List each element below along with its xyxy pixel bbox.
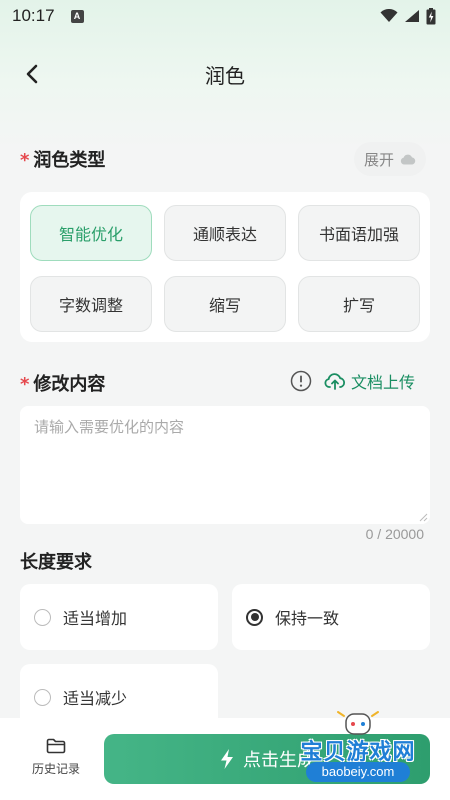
wifi-icon	[380, 9, 398, 22]
content-label-text: 修改内容	[33, 374, 106, 395]
radio-unchecked-icon	[34, 688, 51, 706]
generate-label: 点击生成	[243, 750, 315, 771]
required-mark: *	[20, 374, 30, 395]
content-input[interactable]	[20, 406, 430, 524]
radio-unchecked-icon	[34, 608, 51, 626]
folder-icon	[46, 738, 66, 754]
info-button[interactable]	[290, 370, 312, 392]
required-mark: *	[20, 150, 30, 171]
upload-label: 文档上传	[351, 373, 416, 392]
type-option-label: 书面语加强	[318, 225, 399, 244]
type-option-label: 扩写	[342, 296, 375, 315]
type-option-label: 缩写	[208, 296, 241, 315]
type-option-label: 字数调整	[58, 296, 123, 315]
polish-type-label: * 润色类型	[20, 146, 105, 172]
expand-label: 展开	[363, 150, 394, 169]
upload-document-button[interactable]: 文档上传	[324, 369, 415, 393]
type-option-fluent-expression[interactable]: 通顺表达	[164, 205, 286, 261]
history-button[interactable]: 历史记录	[24, 738, 88, 788]
cloud-icon	[400, 154, 416, 164]
upload-row: 文档上传	[290, 368, 415, 394]
type-option-expand-text[interactable]: 扩写	[298, 276, 420, 332]
info-icon	[290, 370, 312, 392]
notification-icon: A	[70, 9, 84, 23]
signal-icon	[405, 10, 419, 22]
nav-bar: 润色	[0, 50, 450, 98]
polish-type-label-text: 润色类型	[33, 150, 106, 171]
length-option-increase[interactable]: 适当增加	[20, 584, 218, 650]
status-time: 10:17	[12, 6, 55, 25]
lightning-icon	[221, 749, 233, 769]
length-option-label: 适当减少	[63, 689, 128, 708]
length-option-label: 适当增加	[63, 609, 128, 628]
bottom-bar: 历史记录 点击生成	[0, 718, 450, 800]
status-bar: 10:17 A	[0, 0, 450, 32]
status-icons	[380, 7, 436, 25]
radio-checked-icon	[246, 608, 263, 626]
page-title: 润色	[205, 64, 245, 88]
cloud-upload-icon	[324, 373, 345, 390]
type-option-label: 智能优化	[58, 225, 123, 244]
type-option-word-count-adjust[interactable]: 字数调整	[30, 276, 152, 332]
battery-icon	[426, 7, 436, 24]
polish-type-panel: 智能优化 通顺表达 书面语加强 字数调整 缩写 扩写	[20, 192, 430, 342]
length-option-label: 保持一致	[275, 609, 340, 628]
resize-grip-icon[interactable]	[418, 512, 428, 522]
type-option-smart-optimize[interactable]: 智能优化	[30, 205, 152, 261]
generate-button[interactable]: 点击生成	[104, 734, 430, 784]
type-option-abbreviate[interactable]: 缩写	[164, 276, 286, 332]
length-label: 长度要求	[20, 552, 92, 573]
content-label: * 修改内容	[20, 370, 105, 396]
expand-button[interactable]: 展开	[354, 142, 426, 176]
history-label: 历史记录	[31, 762, 80, 776]
character-counter: 0 / 20000	[365, 526, 424, 542]
type-option-formal-enhance[interactable]: 书面语加强	[298, 205, 420, 261]
type-option-label: 通顺表达	[192, 225, 257, 244]
length-option-keep[interactable]: 保持一致	[232, 584, 430, 650]
